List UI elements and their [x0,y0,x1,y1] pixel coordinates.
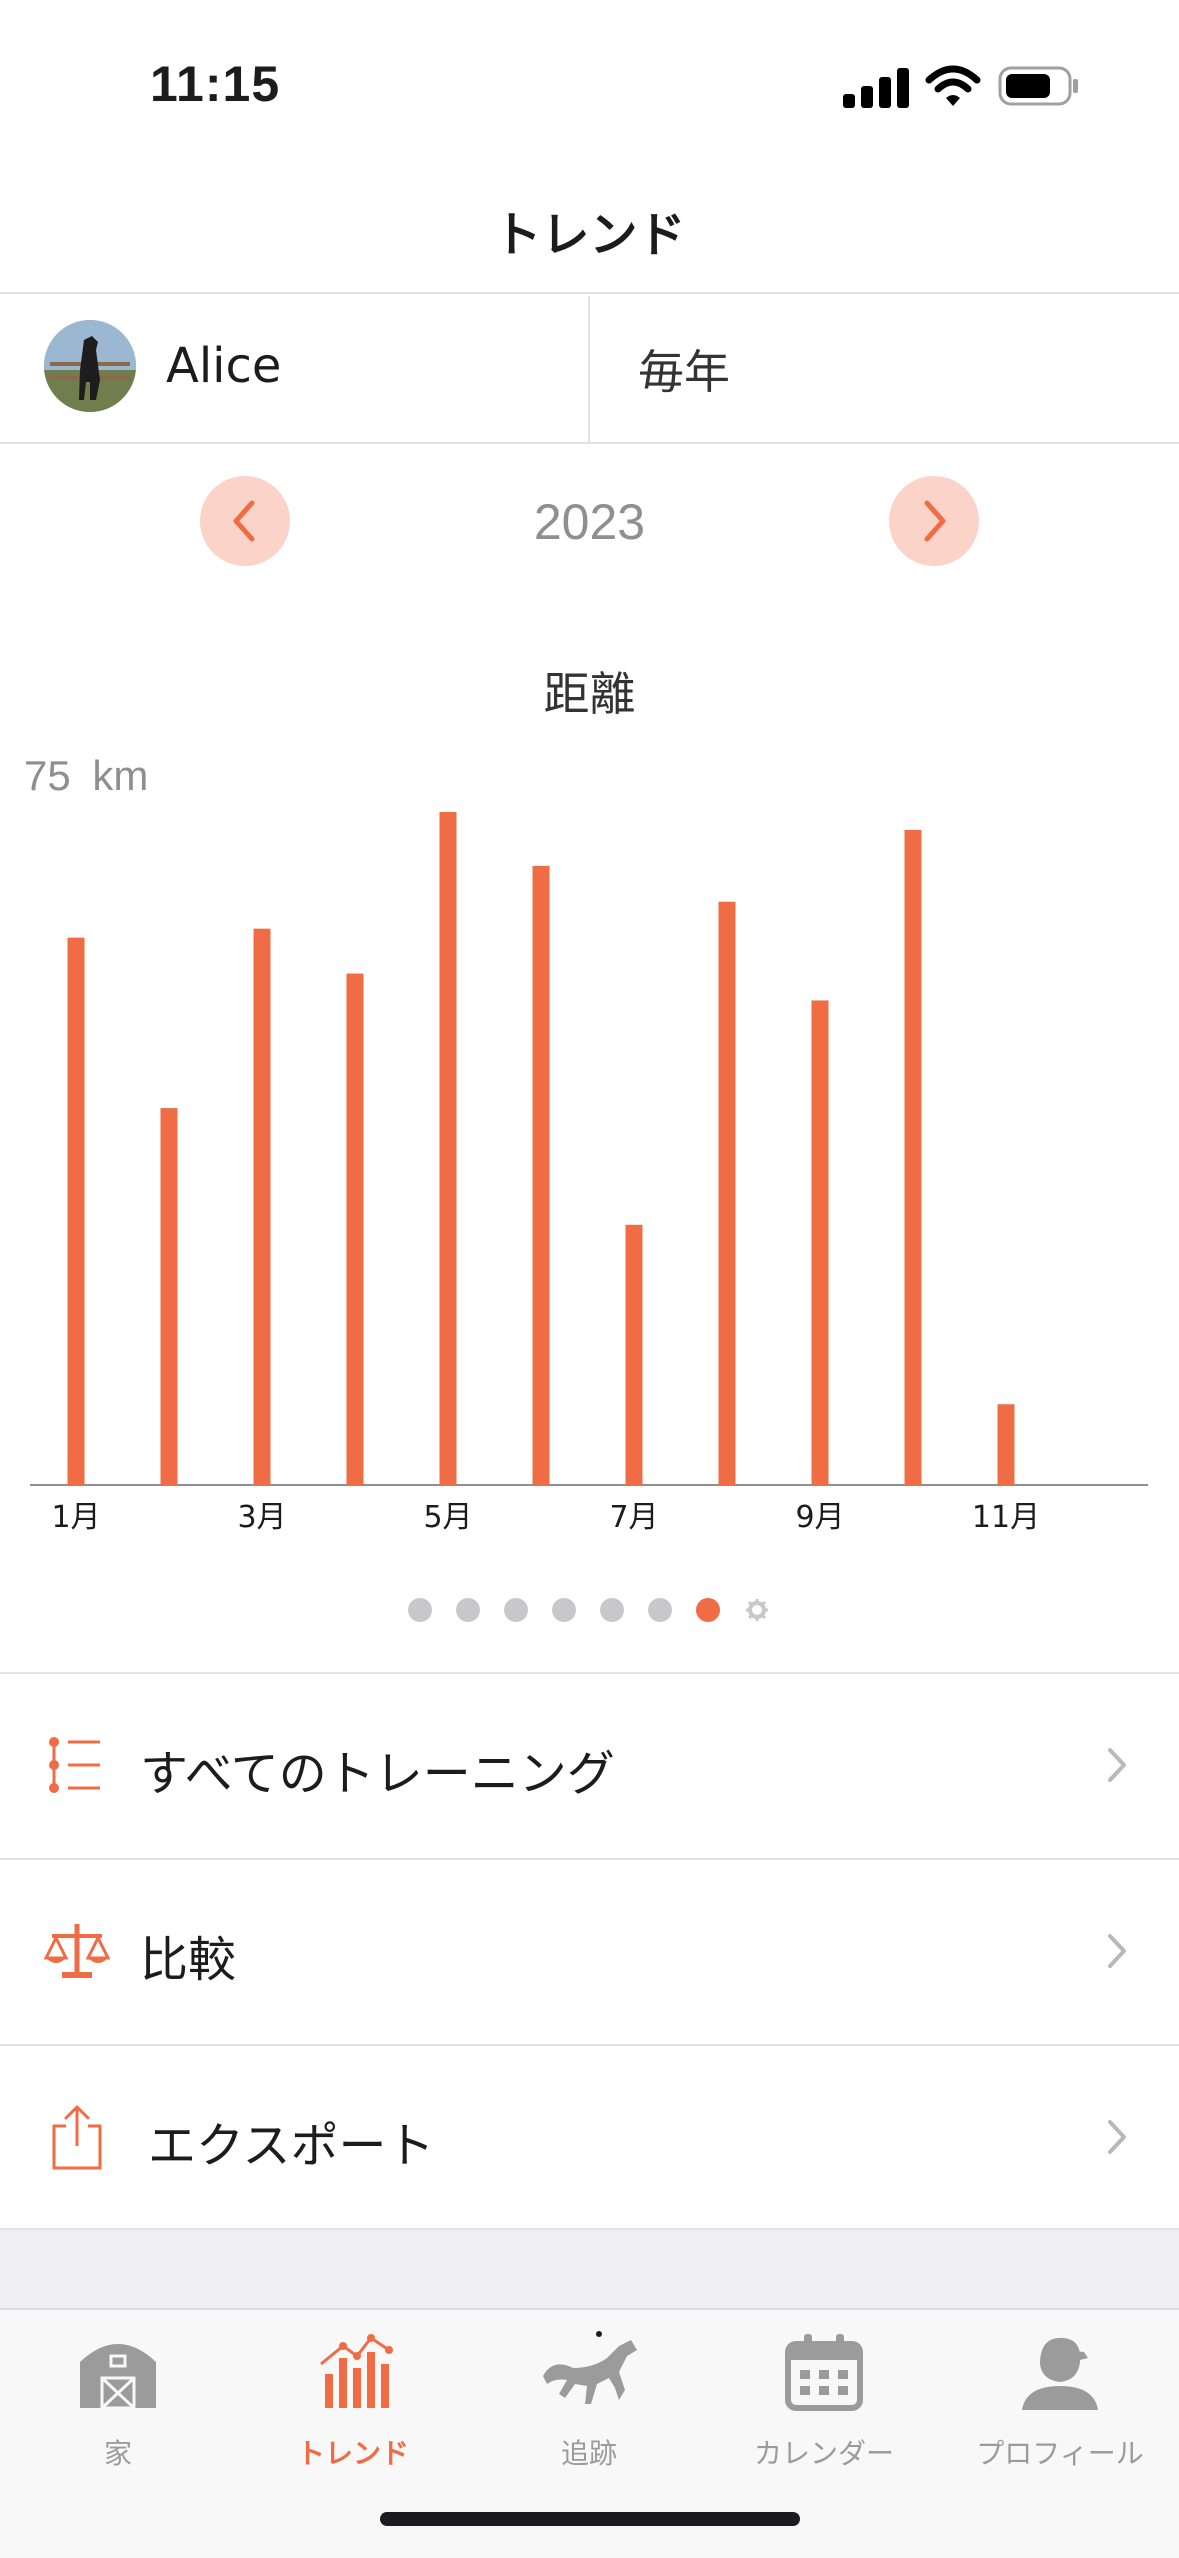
page-dot[interactable] [600,1598,624,1622]
chart-x-tick-label: 7月 [609,1500,658,1535]
tab-tracking[interactable]: 追跡 [489,2328,689,2478]
chevron-right-icon [1108,1934,1126,1968]
tab-home[interactable]: 家 [18,2328,218,2478]
chart-bar-8月 [718,901,736,1485]
page-dot[interactable] [648,1598,672,1622]
chart-bar-6月 [532,865,550,1485]
settings-gear-icon[interactable] [744,1597,770,1623]
chart-bar-7月 [625,1224,643,1485]
chart-bar-2月 [160,1108,178,1485]
tab-label: カレンダー [753,2437,894,2470]
trend-chart-icon [320,2334,393,2408]
chart-x-tick-label: 1月 [51,1500,100,1535]
scale-icon [44,1924,110,1978]
menu-item-label: エクスポート [148,2118,435,2174]
chart-x-tick-label: 11月 [972,1500,1040,1535]
avatar[interactable] [44,320,136,412]
tab-trends[interactable]: トレンド [253,2328,453,2478]
chart-bar-3月 [253,928,271,1485]
menu-item-label: すべてのトレーニング [140,1746,615,1802]
profile-icon [1022,2337,1098,2410]
tab-label: プロフィール [976,2437,1144,2470]
user-name: Alice [166,338,282,394]
horse-icon [543,2331,637,2404]
page-indicator[interactable] [408,1596,778,1622]
chart-bar-4月 [346,973,364,1485]
share-icon [52,2105,102,2170]
footer-spacer [0,2230,1179,2308]
menu-item-export[interactable]: エクスポート [0,2046,1179,2230]
barn-icon [80,2344,156,2410]
divider [0,442,1179,444]
menu-item-compare[interactable]: 比較 [0,1860,1179,2044]
chart-bar-5月 [439,812,457,1485]
page-dot[interactable] [408,1598,432,1622]
page-title: トレンド [493,207,686,263]
page-dot[interactable] [456,1598,480,1622]
chart-x-tick-label: 3月 [237,1500,286,1535]
chart-x-tick-label: 9月 [795,1500,844,1535]
tab-label: 追跡 [560,2437,617,2470]
wifi-icon [925,65,981,106]
chart-bar-9月 [811,1000,829,1485]
chevron-right-icon [924,500,946,542]
next-year-button[interactable] [889,476,979,566]
cellular-signal-icon [843,66,909,108]
tab-label: トレンド [296,2437,409,2470]
menu-item-all-trainings[interactable]: すべてのトレーニング [0,1674,1179,1858]
distance-bar-chart: 1月 3月 5月 7月 9月 11月 [30,812,1148,1535]
calendar-icon [785,2334,863,2411]
list-icon [49,1737,100,1793]
year-label: 2023 [533,494,646,550]
chart-x-tick-label: 5月 [423,1500,472,1535]
battery-icon [998,66,1078,106]
chart-title: 距離 [543,667,636,721]
page-dot[interactable] [696,1598,720,1622]
chevron-right-icon [1108,2120,1126,2154]
page-dot[interactable] [552,1598,576,1622]
menu-item-label: 比較 [140,1932,237,1988]
status-time: 11:15 [150,56,281,112]
chevron-right-icon [1108,1748,1126,1782]
home-indicator [380,2512,800,2526]
period-label: 毎年 [638,345,730,399]
page-dot[interactable] [504,1598,528,1622]
tab-label: 家 [103,2437,132,2470]
chart-bar-10月 [904,829,922,1485]
chart-bar-11月 [997,1404,1015,1485]
tab-calendar[interactable]: カレンダー [724,2328,924,2478]
tab-profile[interactable]: プロフィール [960,2328,1160,2478]
chart-bar-1月 [67,937,85,1485]
